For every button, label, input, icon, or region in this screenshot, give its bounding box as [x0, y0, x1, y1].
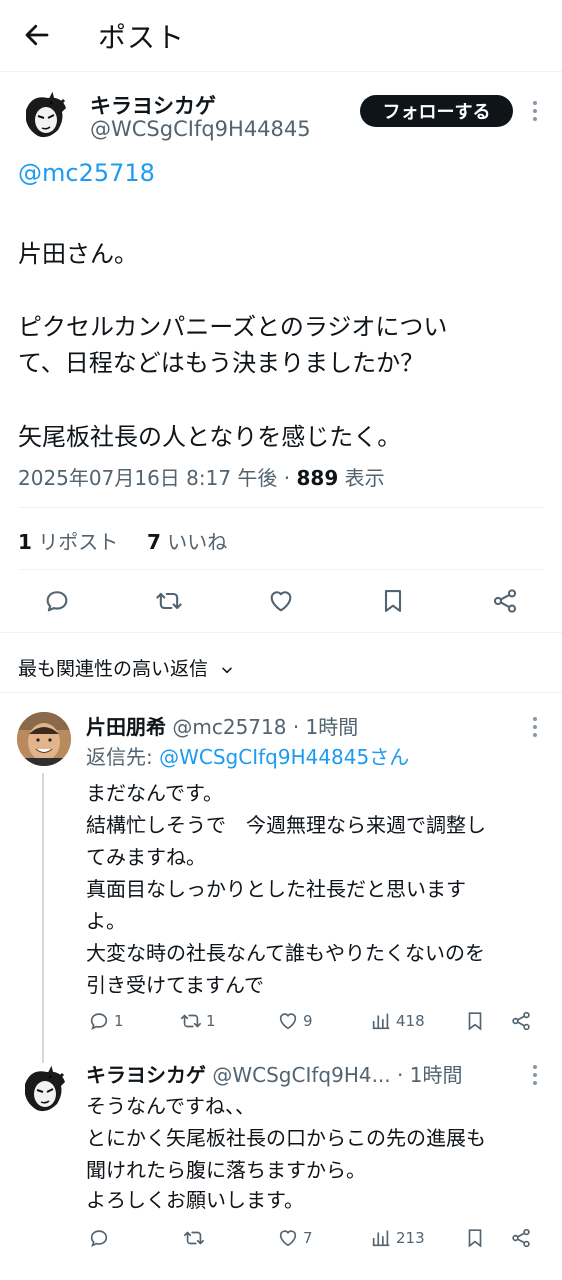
chevron-down-icon — [222, 666, 232, 673]
divider — [0, 692, 562, 693]
replying-to: 返信先: @WCSgCIfq9H44845さん — [86, 745, 410, 769]
author-name[interactable]: キラヨシカゲ — [90, 90, 216, 120]
reply-author-name[interactable]: キラヨシカゲ — [86, 1063, 206, 1087]
like-icon[interactable] — [267, 587, 295, 615]
reply-count: 1 — [114, 1012, 124, 1030]
like-stat[interactable]: 7 いいね — [147, 530, 227, 554]
like-count: 9 — [303, 1012, 313, 1030]
reply-author-name[interactable]: 片田朋希 — [86, 715, 166, 739]
bookmark-icon[interactable] — [464, 1227, 486, 1249]
reply-header: キラヨシカゲ @WCSgCIfq9H4... · 1時間 — [86, 1059, 462, 1088]
divider — [18, 507, 544, 508]
sort-label: 最も関連性の高い返信 — [18, 658, 209, 680]
author-avatar[interactable] — [18, 90, 72, 144]
reply-text-line: てみますね。 — [86, 845, 206, 869]
view-count: 889 — [296, 466, 339, 490]
repost-icon[interactable] — [155, 587, 183, 615]
reply-text-line: 引き受けてますんで — [86, 973, 264, 997]
reply-text-line: 結構忙しそうで 今週無理なら来週で調整し — [86, 813, 486, 837]
reply-avatar[interactable] — [17, 712, 71, 766]
reply-text-line: まだなんです。 — [86, 781, 223, 805]
reply-author-handle[interactable]: @WCSgCIfq9H4... — [212, 1063, 390, 1087]
bookmark-icon[interactable] — [464, 1010, 486, 1032]
reply-icon — [90, 1230, 108, 1247]
post-text-line: 片田さん。 — [18, 240, 138, 268]
post-stats: 1 リポスト 7 いいね — [18, 526, 227, 555]
more-options-icon[interactable] — [532, 717, 538, 737]
like-count: 7 — [303, 1229, 313, 1247]
reply-header: 片田朋希 @mc25718 · 1時間 — [86, 711, 358, 740]
bookmark-icon[interactable] — [379, 587, 407, 615]
reply-like-button[interactable]: 9 — [277, 1010, 313, 1032]
views-chart-icon — [372, 1013, 390, 1030]
divider — [18, 569, 544, 570]
reply-text-line: 大変な時の社長なんて誰もやりたくないのを — [86, 941, 485, 965]
reply-icon — [90, 1013, 108, 1030]
share-icon[interactable] — [510, 1227, 532, 1249]
repost-icon — [184, 1231, 204, 1245]
post-meta: 2025年07月16日 8:17 午後 · 889 表示 — [18, 462, 385, 491]
more-options-icon[interactable] — [532, 1065, 538, 1085]
reply-repost-button[interactable] — [183, 1227, 209, 1249]
repost-stat[interactable]: 1 リポスト — [18, 530, 118, 554]
like-icon — [279, 1013, 297, 1030]
views-chart-icon — [372, 1230, 390, 1247]
replying-to-link[interactable]: @WCSgCIfq9H44845さん — [159, 745, 409, 769]
top-bar: ポスト — [0, 0, 562, 72]
reply-views-button[interactable]: 213 — [370, 1227, 425, 1249]
reply-text-line: そうなんですね、、 — [86, 1094, 255, 1118]
reply-text-line: よ。 — [86, 909, 126, 933]
post-text-line: 矢尾板社長の人となりを感じたく。 — [18, 423, 402, 451]
view-count: 213 — [396, 1229, 425, 1247]
reply-avatar[interactable] — [17, 1064, 71, 1118]
reply-text-line: 聞けれたら腹に落ちますから。 — [86, 1158, 366, 1182]
reply-reply-button[interactable]: 1 — [88, 1010, 124, 1032]
reply-repost-button[interactable]: 1 — [180, 1010, 216, 1032]
divider — [0, 632, 562, 633]
reply-reply-button[interactable] — [88, 1227, 114, 1249]
like-icon — [279, 1230, 297, 1247]
repost-count: 1 — [206, 1012, 216, 1030]
more-options-icon[interactable] — [532, 101, 538, 121]
mention-link[interactable]: @mc25718 — [18, 159, 155, 187]
post-text-line: て、日程などはもう決まりましたか？ — [18, 349, 425, 377]
view-label: 表示 — [338, 466, 385, 490]
share-icon[interactable] — [491, 587, 519, 615]
page-title: ポスト — [98, 21, 186, 54]
reply-author-handle[interactable]: @mc25718 · 1時間 — [172, 715, 358, 739]
reply-text-line: とにかく矢尾板社長の口からこの先の進展も — [86, 1126, 486, 1150]
repost-icon — [181, 1014, 201, 1028]
post-text-line: ピクセルカンパニーズとのラジオについ — [18, 313, 448, 341]
reply-time[interactable]: · 1時間 — [391, 1063, 462, 1087]
thread-connector — [42, 773, 44, 1063]
reply-sort-dropdown[interactable]: 最も関連性の高い返信 — [18, 654, 234, 681]
reply-like-button[interactable]: 7 — [277, 1227, 313, 1249]
back-arrow-icon[interactable] — [22, 20, 52, 50]
reply-icon[interactable] — [43, 587, 71, 615]
reply-text-line: よろしくお願いします。 — [86, 1188, 304, 1212]
reply-views-button[interactable]: 418 — [370, 1010, 425, 1032]
author-handle[interactable]: @WCSgCIfq9H44845 — [90, 117, 311, 141]
view-count: 418 — [396, 1012, 425, 1030]
post-timestamp[interactable]: 2025年07月16日 8:17 午後 · — [18, 466, 297, 490]
follow-button[interactable]: フォローする — [360, 95, 513, 127]
share-icon[interactable] — [510, 1010, 532, 1032]
reply-text-line: 真面目なしっかりとした社長だと思います — [86, 877, 466, 901]
